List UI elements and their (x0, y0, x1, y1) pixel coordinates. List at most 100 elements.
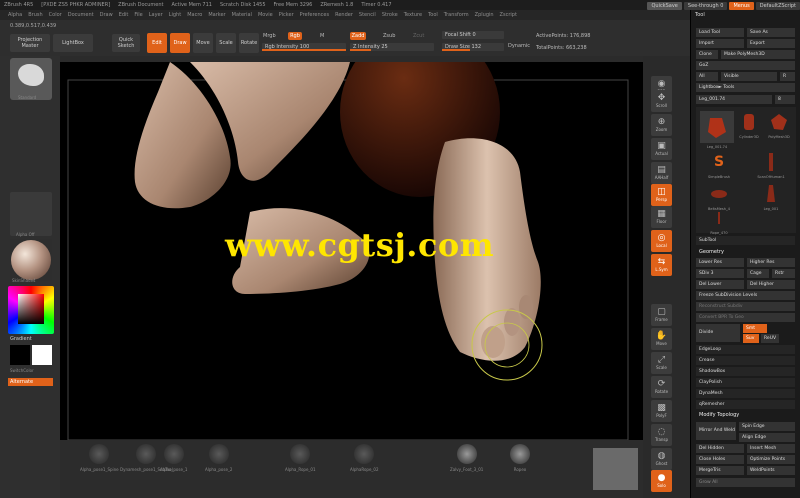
insert-mesh-button[interactable]: Insert Mesh (747, 444, 795, 453)
lower-res-button[interactable]: Lower Res (696, 258, 744, 267)
claypolish-section[interactable]: ClayPolish (696, 378, 795, 387)
higher-res-button[interactable]: Higher Res (747, 258, 795, 267)
frame-button[interactable]: ▢ Frame (651, 304, 672, 326)
crease-section[interactable]: Crease (696, 356, 795, 365)
spin-edge-button[interactable]: Spin Edge (739, 422, 795, 431)
draw-size-slider[interactable]: Draw Size 132 (442, 43, 504, 51)
shelf-item[interactable]: AlphaRope_02 (350, 444, 379, 472)
menu-tool[interactable]: Tool (428, 12, 438, 18)
quick-sketch-button[interactable]: Quick Sketch (112, 34, 140, 52)
dynamesh-section[interactable]: DynaMesh (696, 389, 795, 398)
menu-marker[interactable]: Marker (208, 12, 225, 18)
menu-layer[interactable]: Layer (149, 12, 163, 18)
reuv-button[interactable]: ReUV (761, 334, 779, 343)
zsub-toggle[interactable]: Zsub (383, 33, 395, 39)
menu-macro[interactable]: Macro (187, 12, 202, 18)
export-button[interactable]: Export (747, 39, 795, 48)
material-selector[interactable] (10, 239, 52, 281)
weld-points-button[interactable]: WeldPoints (747, 466, 795, 475)
switch-color-button[interactable]: SwitchColor (10, 368, 34, 373)
floor-button[interactable]: ▦ Floor (651, 206, 672, 228)
menu-movie[interactable]: Movie (258, 12, 273, 18)
qremesher-section[interactable]: qRemesher (696, 400, 795, 409)
scale-view-button[interactable]: ⤢ Scale (651, 352, 672, 374)
menu-stencil[interactable]: Stencil (359, 12, 376, 18)
divide-button[interactable]: Divide (696, 324, 740, 342)
import-button[interactable]: Import (696, 39, 744, 48)
mrgb-toggle[interactable]: Mrgb (263, 33, 276, 39)
quicksave-button[interactable]: QuickSave (647, 1, 682, 10)
grow-all-button[interactable]: Grow All (696, 478, 795, 487)
menu-transform[interactable]: Transform (444, 12, 469, 18)
goz-button[interactable]: GoZ (696, 61, 795, 70)
alternate-button[interactable]: Alternate (8, 378, 53, 386)
tool-thumb[interactable]: BeltsMesh_4 (706, 183, 732, 211)
zadd-toggle[interactable]: Zadd (350, 32, 366, 40)
menu-zscript[interactable]: Zscript (500, 12, 517, 18)
del-higher-button[interactable]: Del Higher (747, 280, 795, 289)
all-button[interactable]: All (696, 72, 718, 81)
menu-texture[interactable]: Texture (404, 12, 422, 18)
menu-document[interactable]: Document (68, 12, 94, 18)
rgb-toggle[interactable]: Rgb (288, 32, 302, 40)
del-lower-button[interactable]: Del Lower (696, 280, 744, 289)
menu-render[interactable]: Render (335, 12, 353, 18)
del-hidden-button[interactable]: Del Hidden (696, 444, 744, 453)
rotate-view-button[interactable]: ⟳ Rotate (651, 376, 672, 398)
suv-toggle[interactable]: Suv (743, 334, 759, 343)
actual-button[interactable]: ▣ Actual (651, 138, 672, 160)
projection-master-button[interactable]: Projection Master (10, 34, 50, 52)
scale-button[interactable]: Scale (216, 33, 236, 53)
optimize-points-button[interactable]: Optimize Points (747, 455, 795, 464)
rstr-button[interactable]: Rstr (772, 269, 795, 278)
load-tool-button[interactable]: Load Tool (696, 28, 744, 37)
move-button[interactable]: Move (193, 33, 213, 53)
tool-thumb[interactable]: Leg_001.74 (700, 111, 734, 149)
align-edge-button[interactable]: Align Edge (739, 433, 795, 442)
zcut-toggle[interactable]: Zcut (413, 33, 424, 39)
menu-file[interactable]: File (134, 12, 142, 18)
color-picker[interactable] (8, 286, 54, 334)
scroll-button[interactable]: ✥ Scroll (651, 90, 672, 112)
current-tool-slider[interactable]: Leg_001.74 (696, 95, 772, 104)
tool-thumb[interactable]: PolyMesh3D (766, 111, 792, 139)
zoom-button[interactable]: ⊕ Zoom (651, 114, 672, 136)
focal-shift-slider[interactable]: Focal Shift 0 (442, 31, 504, 39)
menus-button[interactable]: Menus (729, 1, 754, 10)
close-holes-button[interactable]: Close Holes (696, 455, 744, 464)
edit-button[interactable]: Edit (147, 33, 167, 53)
texture-preview[interactable] (593, 448, 638, 490)
menu-brush[interactable]: Brush (28, 12, 42, 18)
menu-draw[interactable]: Draw (100, 12, 113, 18)
shelf-item[interactable]: Alpha_Rope_01 (285, 444, 316, 472)
saturation-value-square[interactable] (18, 294, 44, 324)
ghost-button[interactable]: ◍ Ghost (651, 448, 672, 470)
z-intensity-slider[interactable]: Z Intensity 25 (350, 43, 434, 51)
tool-thumb[interactable]: ScanOfHuman1 (757, 151, 785, 179)
rotate-button[interactable]: Rotate (239, 33, 259, 53)
save-as-button[interactable]: Save As (747, 28, 795, 37)
menu-material[interactable]: Material (232, 12, 252, 18)
secondary-color-swatch[interactable] (32, 345, 52, 365)
canvas-viewport[interactable]: www.cgtsj.com (60, 62, 643, 440)
move-view-button[interactable]: ✋ Move (651, 328, 672, 350)
tool-thumb[interactable]: Cylinder3D (736, 111, 762, 139)
shelf-item[interactable]: Alpha_pose_2 (205, 444, 232, 472)
dynamic-toggle[interactable]: Dynamic (508, 43, 530, 49)
mirror-and-weld-button[interactable]: Mirror And Weld (696, 422, 736, 440)
menu-light[interactable]: Light (169, 12, 181, 18)
local-button[interactable]: ◎ Local (651, 230, 672, 252)
shelf-item[interactable]: Alpha_pose1_Spine (80, 444, 119, 472)
tool-thumb[interactable]: Leg_001 (758, 183, 784, 211)
modify-topology-section[interactable]: Modify Topology (699, 412, 739, 418)
shelf-item[interactable]: Zalvy_Foot_3_01 (450, 444, 483, 472)
visible-button[interactable]: Visible (721, 72, 777, 81)
tool-thumb[interactable]: S SimpleBrush (706, 151, 732, 179)
convert-bpr-button[interactable]: Convert BPR To Geo (696, 313, 795, 322)
menu-color[interactable]: Color (49, 12, 62, 18)
freeze-subdiv-button[interactable]: Freeze SubDivision Levels (696, 291, 795, 300)
menu-alpha[interactable]: Alpha (8, 12, 22, 18)
geometry-section[interactable]: Geometry (699, 249, 724, 255)
shelf-item[interactable]: Alpha_pose_1 (160, 444, 187, 472)
gradient-label[interactable]: Gradient (10, 336, 32, 342)
